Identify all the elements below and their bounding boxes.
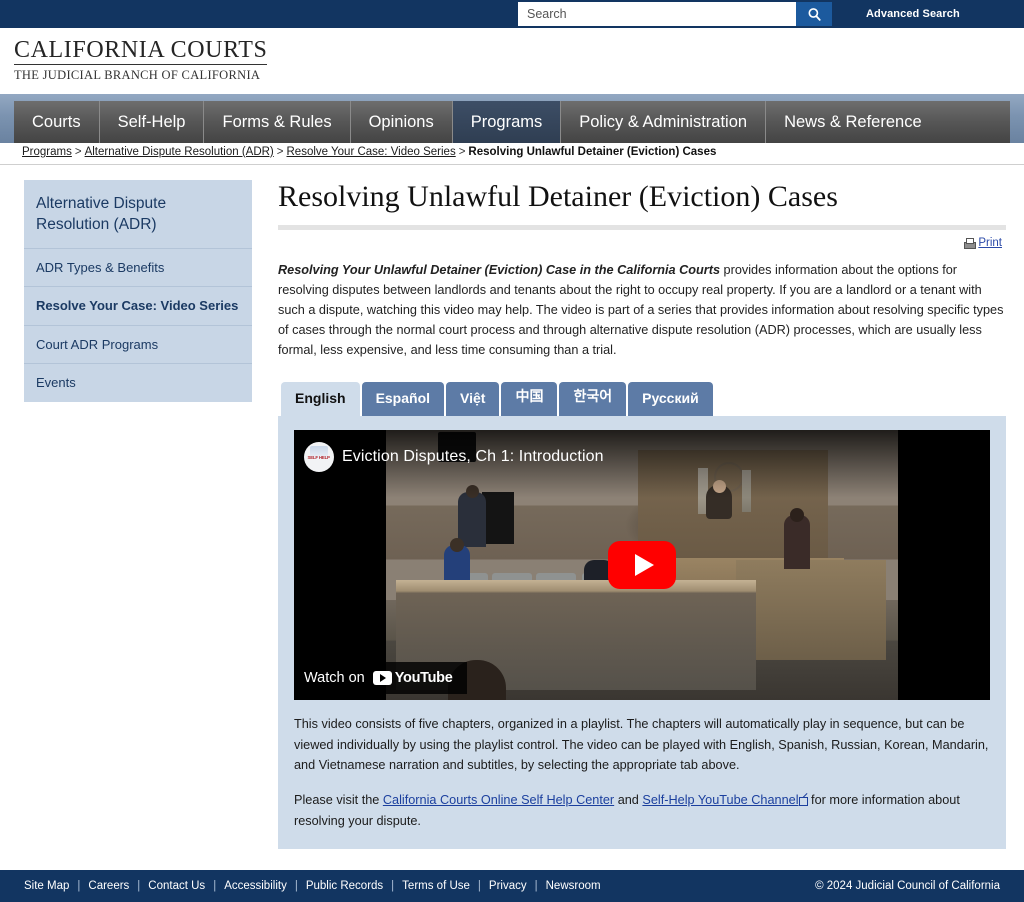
search-button[interactable] — [796, 2, 832, 26]
breadcrumb: Programs > Alternative Dispute Resolution … — [0, 143, 1024, 165]
footer-link-privacy[interactable]: Privacy — [481, 880, 535, 892]
sidebar-item-court-adr-programs[interactable]: Court ADR Programs — [24, 326, 252, 365]
footer-link-terms-of-use[interactable]: Terms of Use — [394, 880, 478, 892]
description-paragraph-2: Please visit the California Courts Onlin… — [294, 790, 990, 831]
intro-paragraph: Resolving Your Unlawful Detainer (Evicti… — [278, 260, 1006, 360]
breadcrumb-item-resolving-unlawful-detainer-eviction-cases: Resolving Unlawful Detainer (Eviction) C… — [468, 146, 717, 158]
top-utility-bar: Advanced Search — [0, 0, 1024, 28]
nav-item-policy-administration[interactable]: Policy & Administration — [561, 101, 767, 143]
tab-russian[interactable]: Русский — [628, 381, 713, 417]
para2-pre: Please visit the — [294, 792, 383, 807]
page-body: Alternative Dispute Resolution (ADR) ADR… — [0, 165, 1024, 862]
search-form — [518, 2, 832, 26]
breadcrumb-item-programs[interactable]: Programs — [22, 146, 72, 158]
youtube-wordmark: YouTube — [394, 670, 453, 687]
self-help-youtube-link[interactable]: Self-Help YouTube Channel — [642, 793, 798, 807]
title-divider — [278, 224, 1006, 230]
youtube-logo-icon: YouTube — [372, 670, 453, 687]
para2-mid: and — [614, 792, 643, 807]
tab-english[interactable]: English — [281, 381, 360, 417]
print-link[interactable]: Print — [963, 237, 1002, 249]
nav-item-opinions[interactable]: Opinions — [351, 101, 453, 143]
footer-link-site-map[interactable]: Site Map — [24, 880, 77, 892]
intro-bold-title: Resolving Your Unlawful Detainer (Evicti… — [278, 262, 721, 277]
breadcrumb-separator: > — [276, 146, 284, 158]
breadcrumb-separator: > — [458, 146, 466, 158]
sidebar-item-events[interactable]: Events — [24, 364, 252, 402]
thumb-person-upper — [458, 492, 486, 548]
copyright-text: © 2024 Judicial Council of California — [815, 880, 1000, 892]
footer-link-newsroom[interactable]: Newsroom — [538, 880, 609, 892]
breadcrumb-item-resolve-your-case-video-series[interactable]: Resolve Your Case: Video Series — [287, 146, 456, 158]
watch-on-label: Watch on — [304, 670, 365, 687]
tab-korean[interactable]: 한국어 — [559, 381, 627, 417]
play-button-icon[interactable] — [608, 541, 676, 590]
print-label: Print — [978, 237, 1002, 249]
footer-link-careers[interactable]: Careers — [80, 880, 137, 892]
magnifier-icon — [807, 7, 821, 21]
site-footer: Site Map | Careers | Contact Us | Accessibilit… — [0, 870, 1024, 902]
breadcrumb-separator: > — [74, 146, 82, 158]
footer-link-contact-us[interactable]: Contact Us — [140, 880, 213, 892]
nav-item-forms-rules[interactable]: Forms & Rules — [204, 101, 351, 143]
nav-item-programs[interactable]: Programs — [452, 101, 562, 143]
site-logo-band: CALIFORNIA COURTS THE JUDICIAL BRANCH OF… — [0, 28, 1024, 94]
thumb-monitor — [482, 492, 514, 545]
thumb-person-right — [784, 515, 810, 570]
description-paragraph-1: This video consists of five chapters, or… — [294, 717, 989, 773]
site-logo-title[interactable]: CALIFORNIA COURTS — [14, 37, 268, 66]
footer-links: Site Map | Careers | Contact Us | Accessibilit… — [24, 880, 609, 892]
channel-avatar[interactable]: SELF HELP — [304, 442, 334, 473]
nav-item-news-reference[interactable]: News & Reference — [766, 101, 940, 143]
thumb-witness-table — [736, 560, 886, 661]
main-content: Resolving Unlawful Detainer (Eviction) C… — [278, 180, 1006, 862]
nav-item-self-help[interactable]: Self-Help — [100, 101, 205, 143]
self-help-center-link[interactable]: California Courts Online Self Help Cente… — [383, 793, 614, 807]
site-logo-subtitle: THE JUDICIAL BRANCH OF CALIFORNIA — [14, 68, 261, 83]
breadcrumb-item-alternative-dispute-resolution-adr[interactable]: Alternative Dispute Resolution (ADR) — [85, 146, 274, 158]
tab-zhongguo[interactable]: 中国 — [501, 381, 558, 417]
tab-espanol[interactable]: Español — [361, 381, 445, 417]
footer-link-public-records[interactable]: Public Records — [298, 880, 391, 892]
video-title[interactable]: Eviction Disputes, Ch 1: Introduction — [342, 448, 604, 466]
tab-viet[interactable]: Việt — [446, 381, 500, 417]
avatar-label: SELF HELP — [307, 454, 331, 460]
printer-icon — [963, 237, 977, 249]
sidebar-item-resolve-your-case-video-series[interactable]: Resolve Your Case: Video Series — [24, 287, 252, 326]
video-description: This video consists of five chapters, or… — [294, 714, 990, 831]
footer-link-accessibility[interactable]: Accessibility — [216, 880, 295, 892]
thumb-flag-right — [742, 470, 751, 513]
youtube-player[interactable]: SELF HELP Eviction Disputes, Ch 1: Intro… — [294, 430, 990, 701]
nav-item-courts[interactable]: Courts — [14, 101, 100, 143]
page-title: Resolving Unlawful Detainer (Eviction) C… — [278, 180, 838, 213]
sidebar-heading-adr[interactable]: Alternative Dispute Resolution (ADR) — [24, 183, 252, 249]
search-input[interactable] — [518, 2, 796, 26]
main-navigation: Courts Self-Help Forms & Rules Opinions Prog… — [14, 101, 1010, 143]
main-navigation-band: Courts Self-Help Forms & Rules Opinions Prog… — [0, 94, 1024, 143]
sidebar-item-adr-types-benefits[interactable]: ADR Types & Benefits — [24, 249, 252, 288]
watch-on-youtube-button[interactable]: Watch on YouTube — [294, 662, 467, 695]
external-link-icon — [798, 796, 808, 806]
print-row: Print — [278, 236, 1006, 256]
advanced-search-link[interactable]: Advanced Search — [866, 8, 960, 20]
video-panel: SELF HELP Eviction Disputes, Ch 1: Intro… — [278, 416, 1006, 850]
language-tabs: English Español Việt 中国 한국어 Русский — [278, 381, 1006, 417]
sidebar: Alternative Dispute Resolution (ADR) ADR… — [24, 180, 252, 403]
